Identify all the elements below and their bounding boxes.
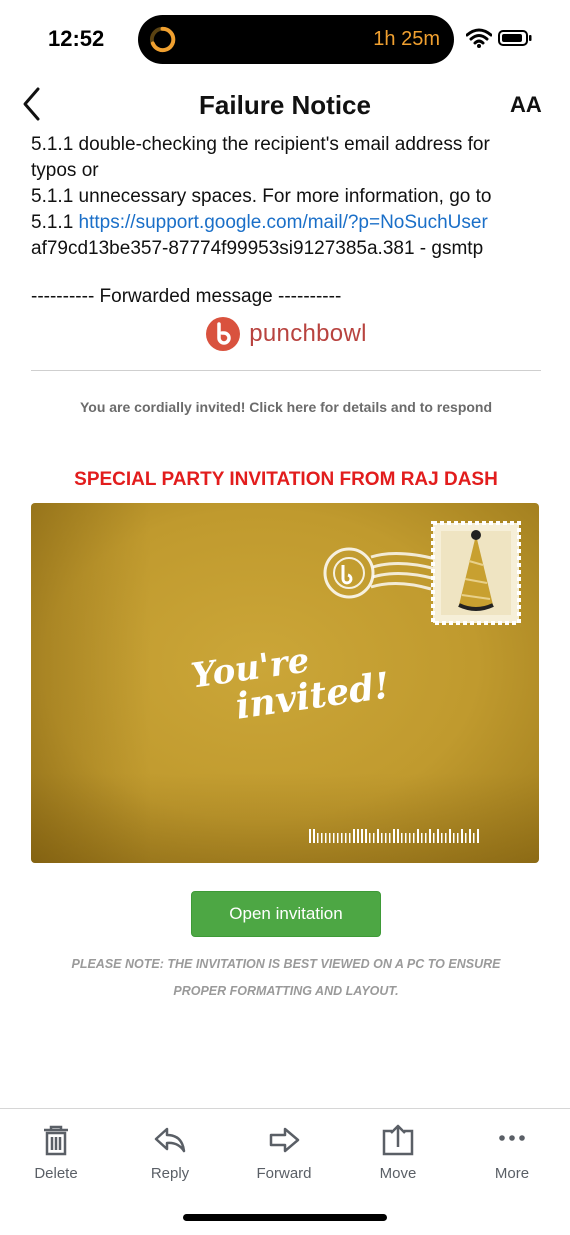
divider [31,370,541,371]
bounce-line: 5.1.1 double-checking the recipient's em… [31,134,490,155]
invitation-card-image[interactable]: You're invited! [31,503,539,863]
trash-icon [44,1125,68,1156]
bounce-line: 5.1.1 unnecessary spaces. For more infor… [31,186,492,207]
delete-label: Delete [34,1165,78,1182]
barcode-icon [309,829,479,843]
text-size-button[interactable]: AA [510,92,542,118]
move-label: Move [379,1165,417,1182]
more-dots-icon [499,1135,525,1141]
youre-invited-script: You're invited! [189,632,393,730]
more-label: More [494,1165,530,1182]
dynamic-island[interactable]: 1h 25m [138,15,454,64]
bounce-line: typos or [31,160,99,181]
move-to-folder-icon [382,1124,414,1156]
reply-label: Reply [150,1165,190,1182]
wifi-icon [466,28,492,48]
open-invitation-button[interactable]: Open invitation [191,891,381,937]
support-link[interactable]: https://support.google.com/mail/?p=NoSuc… [79,212,488,233]
reply-button[interactable]: Reply [120,1123,220,1182]
forwarded-header: ---------- Forwarded message ---------- [31,286,342,307]
forward-label: Forward [256,1165,312,1182]
more-button[interactable]: More [462,1123,562,1182]
postmark-icon [323,547,437,599]
timer-ring-icon [149,26,176,53]
card-shade [31,773,539,863]
island-timer: 1h 25m [373,28,440,50]
bounce-details: 5.1.1 double-checking the recipient's em… [31,132,541,262]
bounce-link-prefix: 5.1.1 [31,212,79,233]
page-title: Failure Notice [199,90,371,120]
message-body: 5.1.1 double-checking the recipient's em… [31,132,541,1005]
delete-button[interactable]: Delete [6,1123,106,1182]
punchbowl-logo-icon [206,317,241,351]
punchbowl-logo-text: punchbowl [249,320,367,347]
move-button[interactable]: Move [348,1123,448,1182]
text-size-label: AA [510,92,542,117]
punchbowl-logo[interactable]: punchbowl [31,316,541,352]
format-note: PLEASE NOTE: THE INVITATION IS BEST VIEW… [71,957,501,998]
bounce-line: af79cd13be357-87774f99953si9127385a.381 … [31,238,484,259]
status-time: 12:52 [48,26,105,51]
forward-arrow-icon [269,1127,300,1153]
bounce-link-line: 5.1.1 https://support.google.com/mail/?p… [31,210,541,236]
cordial-invite-link[interactable]: You are cordially invited! Click here fo… [31,399,541,415]
status-bar: 12:52 1h 25m [0,0,570,78]
home-indicator[interactable] [183,1214,387,1221]
forward-button[interactable]: Forward [234,1123,334,1182]
reply-arrow-icon [154,1127,186,1153]
battery-icon [498,30,532,46]
invitation-title: SPECIAL PARTY INVITATION FROM RAJ DASH [74,469,498,490]
party-hat-stamp-icon [431,521,521,625]
